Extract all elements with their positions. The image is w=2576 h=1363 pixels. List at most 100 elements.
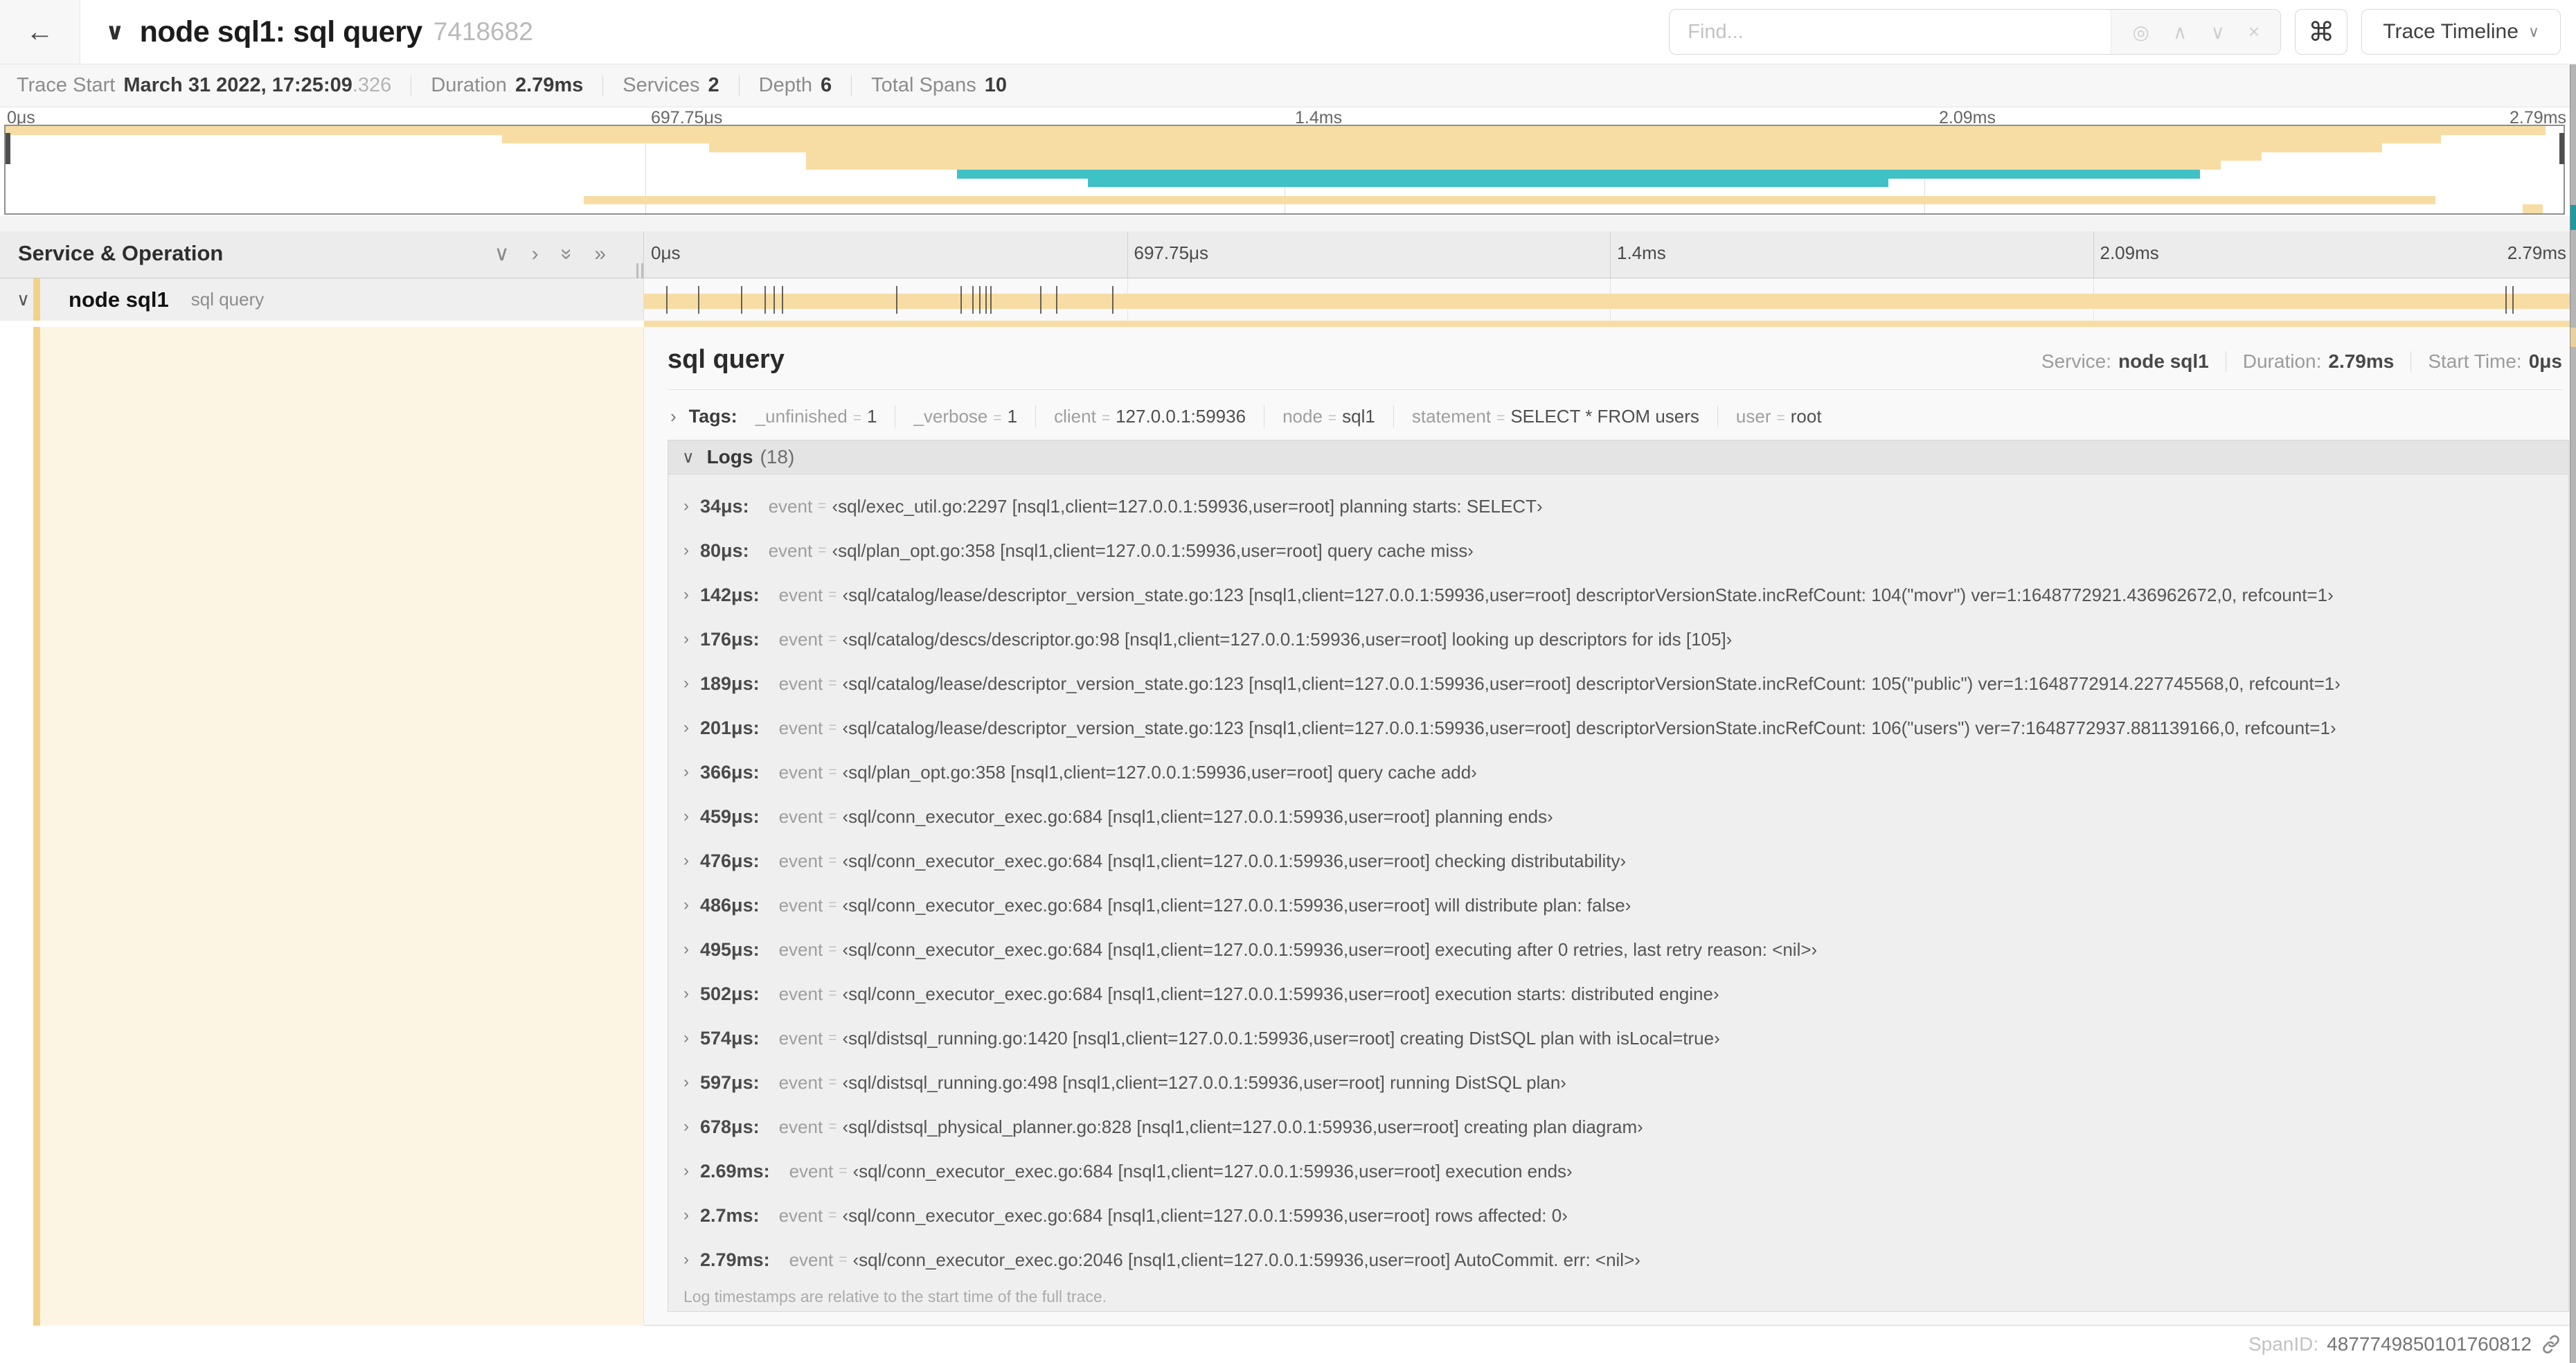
duration-label: Duration: — [2242, 350, 2322, 372]
divider — [851, 75, 852, 96]
expand-all-icon[interactable]: » — [594, 242, 606, 266]
span-detail-title: sql query — [668, 345, 785, 374]
summary-value-suffix: .326 — [352, 74, 392, 96]
span-id-row: SpanID: 4877749850101760812 — [2248, 1326, 2562, 1363]
summary-label: Depth — [758, 74, 813, 96]
log-field-value: ‹sql/catalog/lease/descriptor_version_st… — [842, 584, 2334, 605]
collapse-all-icon[interactable]: » — [555, 249, 578, 260]
chevron-down-icon: ∨ — [2528, 23, 2539, 40]
summary-label: Total Spans — [871, 74, 976, 96]
title-area: ∨ node sql1: sql query 7418682 — [105, 0, 533, 64]
chevron-up-icon[interactable]: ∧ — [2173, 21, 2188, 44]
log-row[interactable]: › 189μs: event = ‹sql/catalog/lease/descript… — [668, 661, 2568, 706]
tick-label: 2.79ms — [2507, 242, 2566, 263]
log-row[interactable]: › 2.79ms: event = ‹sql/conn_executor_exec.go… — [668, 1238, 2568, 1282]
log-row[interactable]: › 574μs: event = ‹sql/distsql_running.go:142… — [668, 1016, 2568, 1060]
log-field-value: ‹sql/conn_executor_exec.go:2046 [nsql1,c… — [852, 1249, 1640, 1270]
minimap-left-scrubber[interactable] — [6, 133, 10, 164]
log-field-value: ‹sql/conn_executor_exec.go:684 [nsql1,cl… — [842, 938, 1818, 960]
log-row[interactable]: › 597μs: event = ‹sql/distsql_running.go:498… — [668, 1060, 2568, 1105]
log-row[interactable]: › 476μs: event = ‹sql/conn_executor_exec.go:… — [668, 839, 2568, 883]
chevron-right-icon: › — [683, 585, 689, 604]
log-field-name: event — [778, 1204, 823, 1226]
tick-label: 0μs — [651, 242, 681, 263]
summary-value: March 31 2022, 17:25:09 — [123, 74, 352, 96]
service-operation-title: Service & Operation — [18, 241, 224, 265]
span-color-strip — [33, 327, 40, 1326]
logs-header[interactable]: ∨ Logs (18) — [668, 440, 2569, 474]
equals-sign: = — [852, 409, 861, 426]
span-row-name-cell[interactable]: ∨ node sql1 sql query — [0, 278, 644, 321]
log-row[interactable]: › 2.69ms: event = ‹sql/conn_executor_exec.go… — [668, 1149, 2568, 1193]
tags-accordion[interactable]: › Tags: _unfinished = 1 _verbose = 1 client = 12… — [670, 399, 2562, 434]
tag-item: user = root — [1736, 406, 1822, 427]
chevron-down-icon[interactable]: ∨ — [105, 18, 125, 46]
span-detail-header: sql query Service: node sql1 Duration: 2… — [668, 344, 2562, 382]
minimap-tick-labels: 0μs 697.75μs 1.4ms 2.09ms 2.79ms — [0, 108, 2576, 127]
chevron-right-icon: › — [683, 1117, 689, 1136]
log-timestamp: 476μs: — [700, 850, 760, 871]
summary-value: 2 — [708, 74, 719, 96]
trace-summary-item: Depth 6 — [759, 74, 832, 97]
log-row[interactable]: › 80μs: event = ‹sql/plan_opt.go:358 [nsql1,… — [668, 528, 2568, 573]
minimap-canvas[interactable] — [4, 125, 2565, 215]
log-row[interactable]: › 34μs: event = ‹sql/exec_util.go:2297 [nsql… — [668, 484, 2568, 528]
window-scrollbar[interactable] — [2570, 64, 2576, 1363]
span-duration-bar[interactable] — [644, 294, 2576, 309]
log-row[interactable]: › 495μs: event = ‹sql/conn_executor_exec.go:… — [668, 927, 2568, 972]
equals-sign: = — [1496, 409, 1505, 426]
minimap-right-scrubber[interactable] — [2559, 133, 2564, 164]
find-group: ◎ ∧ ∨ × — [1669, 9, 2282, 55]
log-row[interactable]: › 176μs: event = ‹sql/catalog/descs/descript… — [668, 617, 2568, 661]
tag-value: 1 — [866, 405, 877, 427]
keyboard-shortcuts-button[interactable]: ⌘ — [2295, 9, 2348, 55]
minimap-span-bar — [6, 126, 2546, 135]
log-row[interactable]: › 2.7ms: event = ‹sql/conn_executor_exec.go:… — [668, 1193, 2568, 1238]
log-timestamp: 201μs: — [700, 717, 760, 738]
log-timestamp: 486μs: — [700, 894, 760, 916]
expand-one-icon[interactable]: › — [532, 242, 539, 266]
log-row[interactable]: › 142μs: event = ‹sql/catalog/lease/descript… — [668, 573, 2568, 617]
log-row[interactable]: › 502μs: event = ‹sql/conn_executor_exec.go:… — [668, 972, 2568, 1016]
log-row[interactable]: › 201μs: event = ‹sql/catalog/lease/descript… — [668, 706, 2568, 750]
equals-sign: = — [828, 897, 837, 913]
log-field-name: event — [778, 628, 823, 650]
log-timestamp: 366μs: — [700, 761, 760, 783]
log-timestamp: 189μs: — [700, 672, 760, 694]
clear-icon[interactable]: × — [2248, 21, 2260, 43]
tag-key: _verbose — [913, 405, 988, 427]
chevron-down-icon[interactable]: ∨ — [2210, 21, 2225, 44]
chevron-down-icon: ∨ — [17, 289, 30, 310]
log-field-value: ‹sql/conn_executor_exec.go:684 [nsql1,cl… — [842, 1204, 1568, 1226]
tag-key: user — [1735, 405, 1771, 427]
trace-summary-item: Services 2 — [623, 74, 719, 97]
back-button[interactable]: ← — [0, 0, 80, 64]
tag-key: _unfinished — [755, 405, 848, 427]
view-mode-dropdown[interactable]: Trace Timeline ∨ — [2361, 9, 2561, 55]
column-resize-grip[interactable] — [636, 263, 643, 280]
log-marker-tick — [698, 286, 699, 314]
chevron-right-icon: › — [683, 497, 689, 515]
logs-content: › 34μs: event = ‹sql/exec_util.go:2297 [nsql… — [668, 474, 2569, 1312]
service-operation-header: Service & Operation ∨ › » » — [0, 231, 644, 278]
log-marker-tick — [985, 286, 987, 314]
span-row-timeline-cell[interactable] — [644, 278, 2576, 321]
log-field-name: event — [768, 540, 813, 561]
log-row[interactable]: › 678μs: event = ‹sql/distsql_physical_plann… — [668, 1105, 2568, 1149]
find-input[interactable] — [1670, 10, 2111, 54]
chevron-right-icon: › — [683, 984, 689, 1003]
timeline-header-row: Service & Operation ∨ › » » 0μs 697.75μs 1… — [0, 231, 2576, 280]
tick-label: 1.4ms — [1617, 242, 1666, 263]
tag-key: statement — [1411, 405, 1492, 427]
collapse-one-icon[interactable]: ∨ — [494, 242, 510, 266]
chevron-right-icon: › — [683, 541, 689, 560]
link-icon[interactable] — [2540, 1333, 2562, 1355]
log-row[interactable]: › 459μs: event = ‹sql/conn_executor_exec.go:… — [668, 794, 2568, 839]
log-field-name: event — [778, 894, 823, 916]
log-row[interactable]: › 366μs: event = ‹sql/plan_opt.go:358 [nsql1… — [668, 750, 2568, 794]
minimap-span-bar — [1087, 178, 1888, 188]
log-row[interactable]: › 486μs: event = ‹sql/conn_executor_exec.go:… — [668, 883, 2568, 927]
locate-icon[interactable]: ◎ — [2132, 21, 2149, 44]
log-field-name: event — [789, 1249, 834, 1270]
chevron-right-icon: › — [683, 807, 689, 826]
